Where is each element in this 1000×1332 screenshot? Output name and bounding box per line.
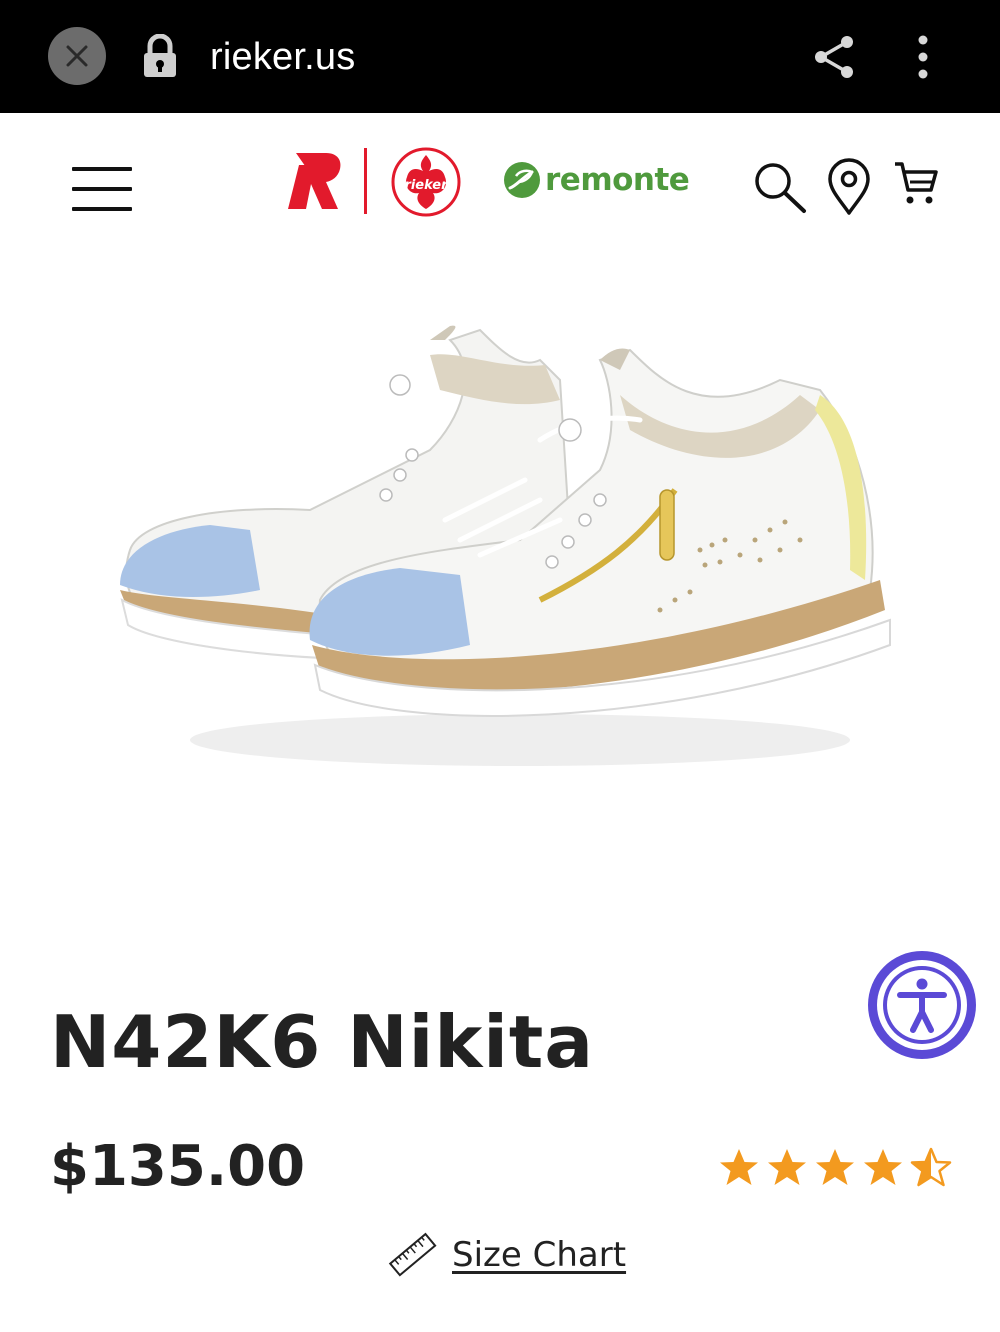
close-icon	[66, 45, 88, 67]
more-vert-icon[interactable]	[906, 34, 940, 80]
star-full-icon	[768, 1149, 806, 1185]
size-chart-link[interactable]: Size Chart	[388, 1230, 626, 1280]
star-full-icon	[864, 1149, 902, 1185]
browser-toolbar: rieker.us	[0, 0, 1000, 113]
logo-divider	[364, 148, 367, 214]
product-image[interactable]	[100, 300, 900, 800]
star-half-icon	[910, 1147, 952, 1187]
star-full-icon	[720, 1149, 758, 1185]
remonte-logo-icon	[504, 162, 540, 198]
address-bar-url[interactable]: rieker.us	[210, 34, 355, 80]
size-chart-label[interactable]: Size Chart	[452, 1233, 626, 1277]
lock-icon	[144, 34, 176, 77]
ruler-icon	[388, 1232, 437, 1277]
close-tab-button[interactable]	[48, 27, 106, 85]
remonte-logo[interactable]: remonte	[545, 160, 690, 200]
cart-icon[interactable]	[893, 160, 939, 206]
product-title: N42K6 Nikita	[50, 1000, 594, 1084]
star-full-icon	[816, 1149, 854, 1185]
product-price: $135.00	[50, 1134, 306, 1199]
rieker-logo[interactable]: rieker	[391, 147, 461, 217]
r-evolution-logo[interactable]: R	[286, 151, 344, 211]
share-icon[interactable]	[812, 34, 856, 80]
rieker-logo-text: rieker	[404, 178, 449, 193]
r-logo-text: R	[286, 151, 287, 152]
accessibility-icon[interactable]	[867, 950, 977, 1060]
hamburger-menu-icon[interactable]	[72, 165, 132, 213]
product-rating[interactable]	[717, 1147, 953, 1189]
search-icon[interactable]	[752, 160, 808, 214]
location-pin-icon[interactable]	[826, 158, 872, 216]
